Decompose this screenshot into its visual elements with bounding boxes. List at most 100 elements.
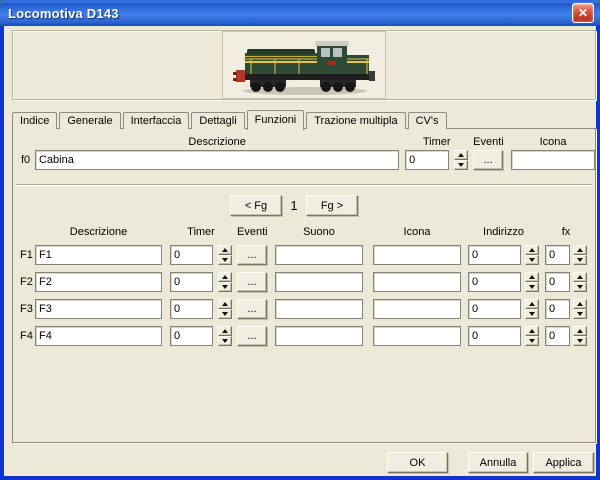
spin-up-button[interactable] bbox=[454, 150, 468, 160]
f1-indirizzo-input[interactable] bbox=[468, 245, 521, 265]
spin-up-button[interactable] bbox=[573, 245, 587, 255]
f3-timer-input[interactable] bbox=[170, 299, 213, 319]
spin-down-button[interactable] bbox=[525, 282, 539, 292]
f2-eventi-button[interactable]: ... bbox=[237, 272, 267, 292]
f3-suono-input[interactable] bbox=[275, 299, 363, 319]
spin-up-button[interactable] bbox=[218, 272, 232, 282]
arrow-up-icon bbox=[529, 302, 535, 306]
f0-icona-input[interactable] bbox=[511, 150, 595, 170]
prev-fg-button[interactable]: < Fg bbox=[230, 195, 282, 216]
spin-down-button[interactable] bbox=[525, 309, 539, 319]
f4-icona-input[interactable] bbox=[373, 326, 461, 346]
f0-header-row: Descrizione Timer Eventi Icona bbox=[13, 136, 595, 148]
f4-fx-input[interactable] bbox=[545, 326, 570, 346]
spin-up-button[interactable] bbox=[525, 299, 539, 309]
tab-dettagli[interactable]: Dettagli bbox=[191, 112, 244, 129]
f3-fx-input[interactable] bbox=[545, 299, 570, 319]
f1-descrizione-input[interactable] bbox=[35, 245, 162, 265]
locomotive-illustration bbox=[223, 32, 385, 98]
spin-up-button[interactable] bbox=[573, 272, 587, 282]
arrow-up-icon bbox=[529, 329, 535, 333]
f3-fx-spinner bbox=[573, 299, 587, 319]
f1-fx-spinner bbox=[573, 245, 587, 265]
next-fg-button[interactable]: Fg > bbox=[306, 195, 358, 216]
ok-button[interactable]: OK bbox=[387, 452, 448, 473]
tab-label: Interfaccia bbox=[131, 115, 182, 127]
f4-descrizione-input[interactable] bbox=[35, 326, 162, 346]
arrow-down-icon bbox=[577, 258, 583, 262]
spin-down-button[interactable] bbox=[218, 336, 232, 346]
f0-descrizione-input[interactable] bbox=[35, 150, 399, 170]
f0-timer-input[interactable] bbox=[405, 150, 449, 170]
arrow-up-icon bbox=[577, 302, 583, 306]
f2-timer-input[interactable] bbox=[170, 272, 213, 292]
f4-fx-spinner bbox=[573, 326, 587, 346]
window-title: Locomotiva D143 bbox=[0, 6, 119, 21]
f3-icona-input[interactable] bbox=[373, 299, 461, 319]
f1-eventi-button[interactable]: ... bbox=[237, 245, 267, 265]
f3-eventi-button[interactable]: ... bbox=[237, 299, 267, 319]
spin-down-button[interactable] bbox=[525, 336, 539, 346]
row-label: F3 bbox=[20, 299, 35, 319]
spin-up-button[interactable] bbox=[573, 299, 587, 309]
f1-suono-input[interactable] bbox=[275, 245, 363, 265]
tab-label: Indice bbox=[20, 115, 49, 127]
arrow-up-icon bbox=[577, 248, 583, 252]
spin-down-button[interactable] bbox=[218, 255, 232, 265]
arrow-down-icon bbox=[529, 285, 535, 289]
spin-down-button[interactable] bbox=[525, 255, 539, 265]
f2-suono-input[interactable] bbox=[275, 272, 363, 292]
f1-timer-input[interactable] bbox=[170, 245, 213, 265]
f1-icona-input[interactable] bbox=[373, 245, 461, 265]
tab-label: CV's bbox=[416, 115, 439, 127]
f1-fx-input[interactable] bbox=[545, 245, 570, 265]
spin-up-button[interactable] bbox=[218, 326, 232, 336]
tab-strip: Indice Generale Interfaccia Dettagli Fun… bbox=[12, 109, 449, 129]
spin-down-button[interactable] bbox=[454, 160, 468, 170]
tab-trazione-multipla[interactable]: Trazione multipla bbox=[306, 112, 405, 129]
close-button[interactable]: ✕ bbox=[572, 3, 594, 23]
arrow-up-icon bbox=[577, 329, 583, 333]
f2-fx-input[interactable] bbox=[545, 272, 570, 292]
table-row-f1: F1 ... bbox=[13, 245, 595, 265]
applica-button[interactable]: Applica bbox=[533, 452, 594, 473]
f2-timer-spinner bbox=[218, 272, 232, 292]
arrow-up-icon bbox=[222, 329, 228, 333]
spin-down-button[interactable] bbox=[573, 309, 587, 319]
spin-up-button[interactable] bbox=[525, 326, 539, 336]
spin-down-button[interactable] bbox=[218, 282, 232, 292]
spin-down-button[interactable] bbox=[218, 309, 232, 319]
tab-interfaccia[interactable]: Interfaccia bbox=[123, 112, 190, 129]
tab-funzioni[interactable]: Funzioni bbox=[247, 110, 305, 130]
spin-down-button[interactable] bbox=[573, 282, 587, 292]
spin-down-button[interactable] bbox=[573, 255, 587, 265]
spin-up-button[interactable] bbox=[525, 245, 539, 255]
f2-icona-input[interactable] bbox=[373, 272, 461, 292]
annulla-button[interactable]: Annulla bbox=[468, 452, 528, 473]
f4-suono-input[interactable] bbox=[275, 326, 363, 346]
f0-eventi-button[interactable]: ... bbox=[473, 150, 503, 170]
spin-up-button[interactable] bbox=[525, 272, 539, 282]
functions-table-header-row: Descrizione Timer Eventi Suono Icona Ind… bbox=[13, 226, 595, 238]
f3-indirizzo-input[interactable] bbox=[468, 299, 521, 319]
tab-indice[interactable]: Indice bbox=[12, 112, 57, 129]
header-fx: fx bbox=[545, 226, 587, 238]
f4-eventi-button[interactable]: ... bbox=[237, 326, 267, 346]
tab-label: Dettagli bbox=[199, 115, 236, 127]
f2-indirizzo-input[interactable] bbox=[468, 272, 521, 292]
f4-timer-input[interactable] bbox=[170, 326, 213, 346]
spin-up-button[interactable] bbox=[573, 326, 587, 336]
spin-up-button[interactable] bbox=[218, 245, 232, 255]
row-label: F4 bbox=[20, 326, 35, 346]
f2-fx-spinner bbox=[573, 272, 587, 292]
spin-up-button[interactable] bbox=[218, 299, 232, 309]
f4-indirizzo-input[interactable] bbox=[468, 326, 521, 346]
spin-down-button[interactable] bbox=[573, 336, 587, 346]
f2-descrizione-input[interactable] bbox=[35, 272, 162, 292]
arrow-up-icon bbox=[222, 275, 228, 279]
arrow-down-icon bbox=[458, 163, 464, 167]
f3-descrizione-input[interactable] bbox=[35, 299, 162, 319]
tab-cvs[interactable]: CV's bbox=[408, 112, 447, 129]
arrow-up-icon bbox=[529, 248, 535, 252]
tab-generale[interactable]: Generale bbox=[59, 112, 120, 129]
